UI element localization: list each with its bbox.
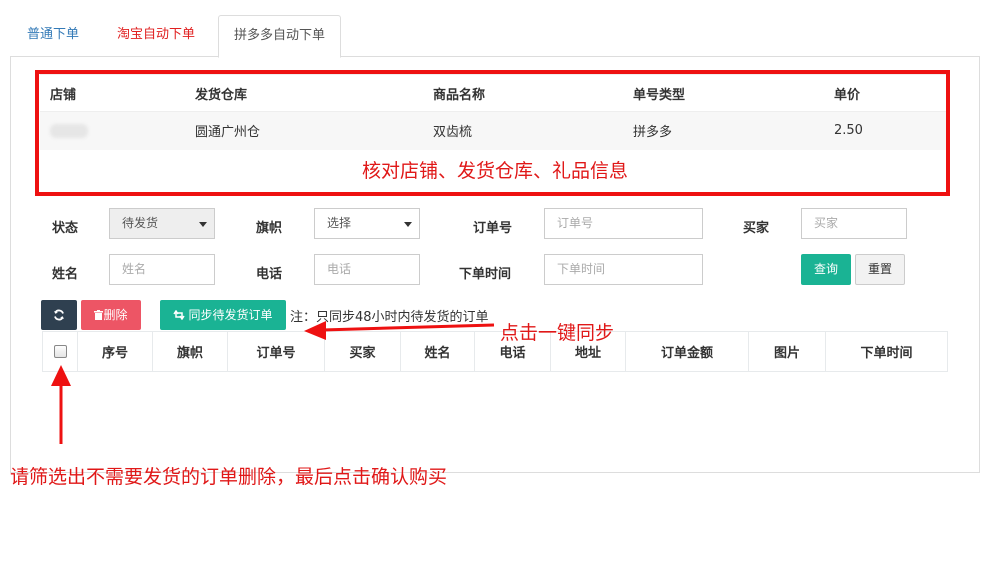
- sync-hint: 点击一键同步: [500, 322, 615, 344]
- delete-hint: 请筛选出不需要发货的订单删除，最后点击确认购买: [10, 466, 448, 488]
- arrow-left-icon: [304, 321, 495, 340]
- arrow-up-icon: [51, 365, 71, 444]
